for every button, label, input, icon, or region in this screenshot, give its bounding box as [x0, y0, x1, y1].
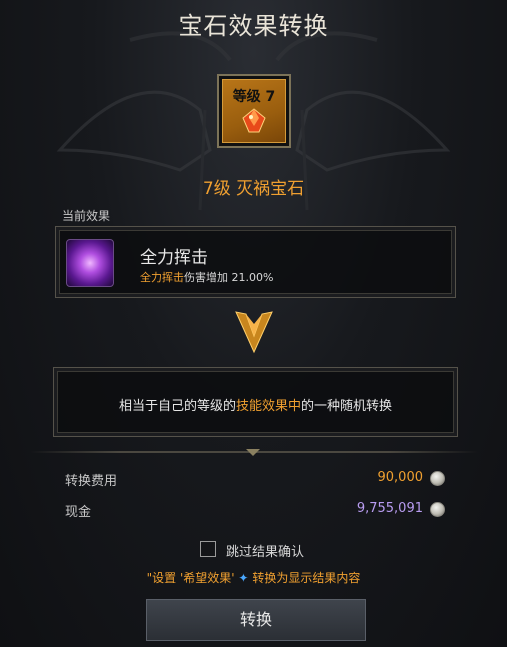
cash-value: 9,755,091	[356, 501, 423, 516]
gem-name: 7级 灭祸宝石	[202, 179, 305, 199]
cash-label: 现金	[65, 505, 92, 520]
blue-star-icon: ✦	[238, 571, 249, 585]
current-effect-panel: 全力挥击 全力挥击伤害增加 21.00%	[55, 226, 456, 298]
convert-button[interactable]: 转换	[146, 599, 366, 641]
current-effect-label: 当前效果	[62, 209, 111, 223]
conversion-text-after: 的一种随机转换	[301, 399, 393, 414]
purple-vortex-skill-icon	[66, 239, 114, 287]
gem-level-badge: 等级 7	[232, 89, 276, 105]
divider-notch-icon	[246, 449, 260, 456]
cash-row: 现金 9,755,091	[65, 501, 445, 521]
gem-slot: 等级 7	[217, 74, 291, 148]
fee-label: 转换费用	[65, 474, 118, 489]
conversion-description: 相当于自己的等级的技能效果中的一种随机转换	[54, 395, 457, 414]
skill-name: 全力挥击	[140, 248, 208, 268]
silver-coin-icon	[430, 471, 445, 486]
page-title: 宝石效果转换	[178, 12, 329, 40]
skill-desc-highlight: 全力挥击	[140, 271, 184, 284]
conversion-text-highlight: 技能效果中	[235, 399, 301, 414]
skill-description: 全力挥击伤害增加 21.00%	[140, 269, 273, 285]
gem-icon	[242, 108, 266, 133]
hint-part1: "设置 '希望效果'	[146, 571, 235, 585]
silver-coin-icon	[430, 502, 445, 517]
hint-part2: 转换为显示结果内容	[252, 571, 361, 585]
skip-confirm-checkbox[interactable]	[200, 541, 216, 557]
hint-text: "设置 '希望效果' ✦ 转换为显示结果内容	[0, 569, 507, 586]
skip-confirm-label: 跳过结果确认	[226, 545, 305, 560]
conversion-text-before: 相当于自己的等级的	[118, 399, 236, 414]
conversion-info-panel: 相当于自己的等级的技能效果中的一种随机转换	[53, 367, 458, 437]
fee-row: 转换费用 90,000	[65, 470, 445, 490]
down-arrow-icon	[235, 311, 273, 354]
fee-value: 90,000	[377, 470, 424, 485]
skill-desc-rest: 伤害增加 21.00%	[184, 271, 274, 284]
